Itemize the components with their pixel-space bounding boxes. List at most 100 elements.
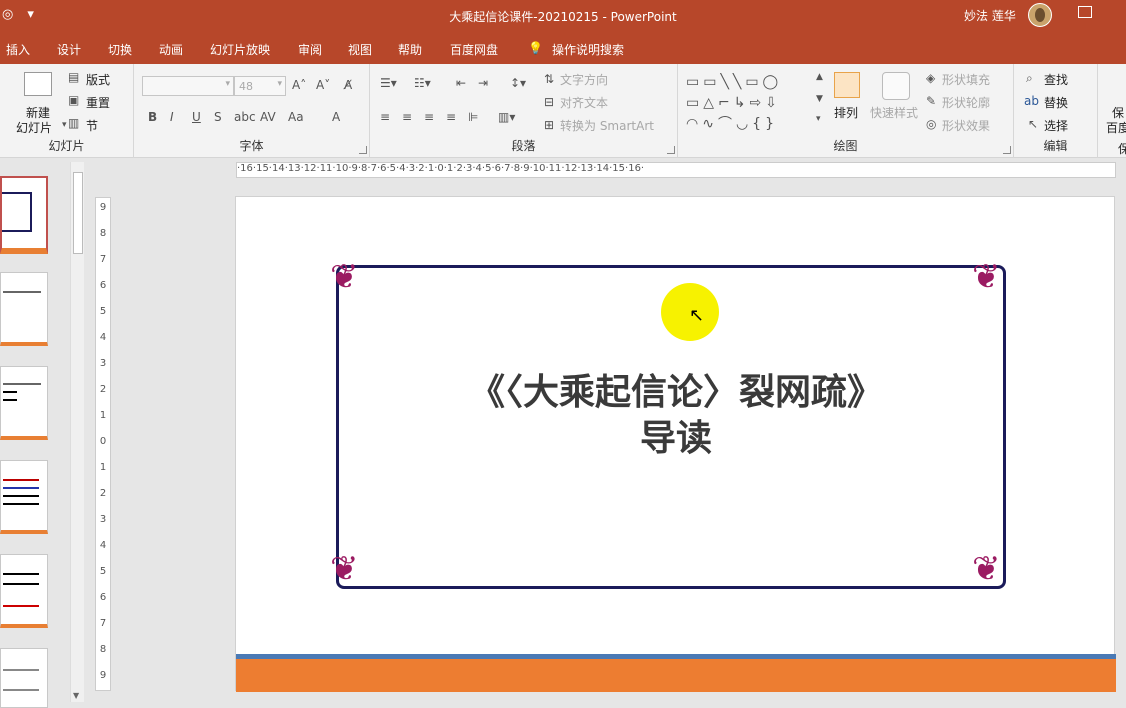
ribbon-display-options-icon[interactable]: [1078, 6, 1092, 18]
corner-ornament-icon: ❦: [330, 549, 359, 589]
chevron-down-icon[interactable]: ▾: [62, 120, 67, 130]
tab-transitions[interactable]: 切换: [108, 41, 132, 58]
slide-thumbnail[interactable]: [0, 460, 48, 534]
section-button[interactable]: 节: [86, 117, 98, 134]
change-case-icon[interactable]: Aa: [288, 110, 304, 124]
layout-button[interactable]: 版式: [86, 71, 110, 88]
shadow-icon[interactable]: S: [214, 110, 222, 124]
vertical-ruler-label: 8: [99, 644, 107, 655]
bullets-icon[interactable]: ☰▾: [380, 76, 397, 90]
vertical-ruler-label: 7: [99, 254, 107, 265]
clear-formatting-icon[interactable]: A̸: [344, 78, 352, 92]
line-spacing-icon[interactable]: ↕▾: [510, 76, 526, 90]
corner-ornament-icon: ❦: [972, 549, 1001, 589]
select-button[interactable]: 选择: [1044, 117, 1068, 134]
justify-icon[interactable]: ≡: [446, 110, 456, 124]
tab-view[interactable]: 视图: [348, 41, 372, 58]
thumbnails-scrollbar[interactable]: ▼: [70, 162, 84, 702]
new-slide-icon[interactable]: [24, 72, 52, 96]
ribbon: 新建 幻灯片 ▾ ▤ 版式 ▣ 重置 ▥ 节 幻灯片 ▾ 48 ▾ A˄ A˅ A…: [0, 64, 1126, 158]
tell-me-search[interactable]: 操作说明搜索: [552, 41, 624, 58]
vertical-ruler-label: 0: [99, 436, 107, 447]
align-left-icon[interactable]: ≡: [380, 110, 390, 124]
align-text-button[interactable]: 对齐文本: [560, 94, 608, 111]
mouse-pointer-icon: ↖: [689, 305, 705, 326]
align-center-icon[interactable]: ≡: [402, 110, 412, 124]
tab-baidu-netdisk[interactable]: 百度网盘: [450, 41, 498, 58]
italic-icon[interactable]: I: [170, 110, 174, 124]
font-size-combobox[interactable]: 48 ▾: [234, 76, 286, 96]
quick-styles-button[interactable]: 快速样式: [870, 104, 918, 121]
slide-canvas[interactable]: ❦ ❦ ❦ ❦ 《〈大乘起信论〉裂网疏》 导读 ↖: [235, 196, 1116, 692]
character-spacing-icon[interactable]: AV: [260, 110, 276, 124]
slide-thumbnail[interactable]: [0, 272, 48, 346]
vertical-ruler-label: 6: [99, 280, 107, 291]
shapes-gallery[interactable]: ▭▭╲╲▭◯ ▭△⌐↳⇨⇩ ◠∿⌒◡{}: [686, 72, 818, 134]
tab-insert[interactable]: 插入: [6, 41, 30, 58]
gallery-scroll-down-icon[interactable]: ▼: [816, 94, 823, 104]
gallery-more-icon[interactable]: ▾: [816, 114, 821, 124]
drawing-dialog-launcher-icon[interactable]: [1003, 146, 1011, 154]
convert-smartart-button[interactable]: 转换为 SmartArt: [560, 117, 654, 134]
horizontal-ruler-labels: ·16·15·14·13·12·11·10·9·8·7·6·5·4·3·2·1·…: [237, 163, 645, 174]
cursor-highlight: ↖: [661, 283, 719, 341]
strikethrough-icon[interactable]: abc: [234, 110, 256, 124]
gallery-scroll-up-icon[interactable]: ▲: [816, 72, 823, 82]
shape-outline-button[interactable]: 形状轮廓: [942, 94, 990, 111]
tab-animations[interactable]: 动画: [159, 41, 183, 58]
align-right-icon[interactable]: ≡: [424, 110, 434, 124]
group-label-paragraph: 段落: [511, 139, 536, 153]
scroll-down-icon[interactable]: ▼: [73, 691, 79, 700]
scrollbar-thumb[interactable]: [73, 172, 83, 254]
decrease-indent-icon[interactable]: ⇤: [456, 76, 466, 90]
numbering-icon[interactable]: ☷▾: [414, 76, 431, 90]
font-name-combobox[interactable]: ▾: [142, 76, 234, 96]
user-name[interactable]: 妙法 莲华: [964, 7, 1016, 24]
thumbnail-line: [3, 583, 39, 585]
tab-review[interactable]: 审阅: [298, 41, 322, 58]
slide-thumbnail[interactable]: [0, 176, 48, 254]
group-font: ▾ 48 ▾ A˄ A˅ A̸ B I U S abc AV Aa A 字体: [134, 64, 370, 158]
replace-button[interactable]: 替换: [1044, 94, 1068, 111]
save-baidu-label-2[interactable]: 百度: [1106, 119, 1126, 136]
paragraph-dialog-launcher-icon[interactable]: [667, 146, 675, 154]
font-dialog-launcher-icon[interactable]: [359, 146, 367, 154]
shape-effects-button[interactable]: 形状效果: [942, 117, 990, 134]
replace-icon: ab: [1024, 94, 1039, 108]
text-direction-button[interactable]: 文字方向: [560, 71, 608, 88]
columns-icon[interactable]: ▥▾: [498, 110, 515, 124]
thumbnail-line: [3, 503, 39, 505]
reset-button[interactable]: 重置: [86, 94, 110, 111]
increase-font-icon[interactable]: A˄: [292, 78, 306, 92]
tab-design[interactable]: 设计: [57, 41, 81, 58]
quick-styles-icon[interactable]: [882, 72, 910, 100]
tab-slideshow[interactable]: 幻灯片放映: [210, 41, 270, 58]
avatar[interactable]: [1028, 3, 1052, 27]
underline-icon[interactable]: U: [192, 110, 201, 124]
text-direction-icon: ⇅: [544, 72, 555, 86]
vertical-ruler-label: 1: [99, 410, 107, 421]
shape-fill-button[interactable]: 形状填充: [942, 71, 990, 88]
thumbnail-line: [3, 573, 39, 575]
find-button[interactable]: 查找: [1044, 71, 1068, 88]
font-color-icon[interactable]: A: [332, 110, 340, 124]
slide-thumbnail[interactable]: [0, 648, 48, 708]
arrange-button[interactable]: 排列: [834, 104, 858, 121]
slide-thumbnail[interactable]: [0, 366, 48, 440]
vertical-ruler-label: 4: [99, 332, 107, 343]
group-label-save: 保: [1118, 142, 1126, 156]
slide-thumbnail[interactable]: [0, 554, 48, 628]
bold-icon[interactable]: B: [148, 110, 157, 124]
distributed-icon[interactable]: ⊫: [468, 110, 478, 124]
decrease-font-icon[interactable]: A˅: [316, 78, 330, 92]
slide-title-line-2[interactable]: 导读: [236, 409, 1116, 461]
vertical-ruler-label: 5: [99, 566, 107, 577]
align-text-icon: ⊟: [544, 95, 555, 109]
new-slide-label-2[interactable]: 幻灯片: [16, 119, 52, 136]
arrange-icon[interactable]: [834, 72, 860, 98]
increase-indent-icon[interactable]: ⇥: [478, 76, 488, 90]
layout-icon: ▤: [68, 70, 80, 84]
tab-help[interactable]: 帮助: [398, 41, 422, 58]
thumbnail-frame: [2, 192, 32, 232]
slide-title-line-1[interactable]: 《〈大乘起信论〉裂网疏》: [236, 363, 1116, 415]
